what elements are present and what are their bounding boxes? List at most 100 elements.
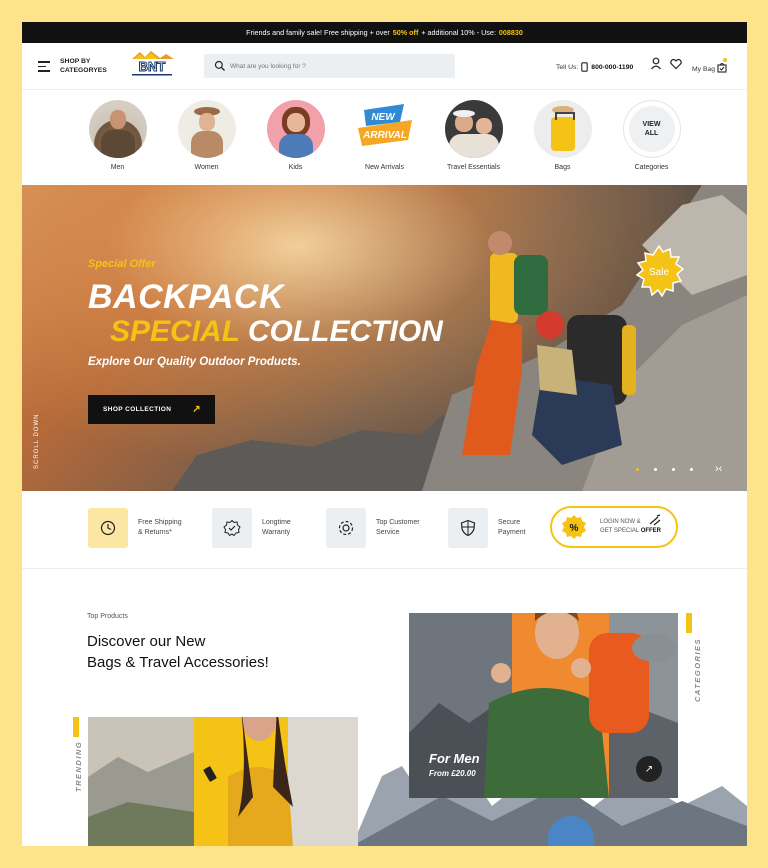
slider-dot-active[interactable] <box>636 468 639 471</box>
feature-line2: Warranty <box>262 529 291 536</box>
login-offer-button[interactable]: % LOGIN NOW & GET SPECIAL OFFER <box>550 506 678 548</box>
sale-badge: Sale <box>635 245 685 297</box>
hero-title-line2: SPECIAL COLLECTION <box>110 315 443 349</box>
search-input[interactable] <box>228 61 432 71</box>
shop-collection-button[interactable]: SHOP COLLECTION ↗ <box>88 395 215 424</box>
gear-icon <box>326 508 366 548</box>
shop-by-line1: SHOP BY <box>60 58 91 65</box>
slider-arrows[interactable]: ›‹ <box>715 463 722 475</box>
new-arrival-ribbon-icon: NEW ARRIVAL <box>357 104 412 146</box>
feature-line2: Service <box>376 529 400 536</box>
logo[interactable]: BNT <box>124 49 180 79</box>
badge-arrival-text: ARRIVAL <box>362 130 407 141</box>
shop-by-line2: CATEGORYES <box>60 67 107 74</box>
view-all-button[interactable]: VIEW ALL <box>622 100 681 158</box>
view-all-line1: VIEW <box>642 121 661 128</box>
category-strip: Men Women Kids NEW ARRIVAL New Arrivals … <box>22 90 747 186</box>
scroll-down-indicator[interactable]: SCROLL DOWN <box>34 414 40 469</box>
hero-title-highlight: SPECIAL <box>110 315 240 348</box>
chevron-left-icon[interactable]: ‹ <box>719 463 723 475</box>
top-products-title: Discover our New Bags & Travel Accessori… <box>87 631 269 673</box>
category-label: Kids <box>288 164 303 171</box>
login-line2-bold: OFFER <box>640 528 662 534</box>
arrow-up-right-icon[interactable]: ↗ <box>636 756 662 782</box>
category-label: Travel Essentials <box>446 164 501 171</box>
clock-arrow-icon <box>88 508 128 548</box>
top-products-title-line1: Discover our New <box>87 633 206 650</box>
wishlist-heart-icon[interactable] <box>670 57 682 71</box>
feature-line1: Free Shipping <box>138 519 182 526</box>
phone-icon <box>581 62 589 72</box>
feature-line2: & Returns* <box>138 529 172 536</box>
trending-label: TRENDING <box>74 740 83 792</box>
hiker2-top <box>537 345 577 395</box>
category-label: Categories <box>634 164 669 171</box>
my-bag-button[interactable]: My Bag <box>692 62 727 73</box>
slider-dot[interactable] <box>690 468 693 471</box>
hero-title-line1: BACKPACK <box>88 278 285 316</box>
for-men-card[interactable]: For Men From £20.00 ↗ <box>409 613 678 798</box>
hiker2-helmet <box>536 311 564 339</box>
search-bar[interactable] <box>204 54 455 78</box>
slider-dot[interactable] <box>672 468 675 471</box>
tell-label: Tell Us: <box>556 63 579 71</box>
announcement-bar: Friends and family sale! Free shipping +… <box>22 22 747 43</box>
men-thumbnail[interactable] <box>88 100 147 158</box>
menu-icon[interactable] <box>38 61 50 75</box>
promo-code: 008830 <box>498 28 523 37</box>
announcement-text-a: Friends and family sale! Free shipping +… <box>246 28 390 37</box>
trending-product-card[interactable] <box>88 717 358 846</box>
hero-subtitle: Explore Our Quality Outdoor Products. <box>88 356 301 368</box>
feature-line1: Top Customer <box>376 519 420 526</box>
category-new-arrivals[interactable]: NEW ARRIVAL New Arrivals <box>351 100 419 186</box>
logo-text: BNT <box>139 59 166 74</box>
women-thumbnail[interactable] <box>177 100 236 158</box>
category-men[interactable]: Men <box>84 100 152 186</box>
phone-number: 800-000-1190 <box>591 63 634 71</box>
sparkle-icon <box>649 514 661 526</box>
search-icon[interactable] <box>212 60 228 72</box>
hero-banner: Special Offer BACKPACK SPECIAL COLLECTIO… <box>22 185 747 491</box>
hero-title-rest: COLLECTION <box>247 315 443 348</box>
shop-collection-label: SHOP COLLECTION <box>103 406 172 413</box>
percent-text: % <box>570 523 579 534</box>
my-bag-label: My Bag <box>692 66 716 73</box>
feature-warranty: Longtime Warranty <box>212 508 291 548</box>
categories-accent-bar <box>686 613 692 633</box>
category-bags[interactable]: Bags <box>529 100 597 186</box>
for-men-price: From £20.00 <box>429 769 476 778</box>
account-icon[interactable] <box>650 57 662 71</box>
category-label: Bags <box>554 164 571 171</box>
arrow-up-right-icon: ↗ <box>192 404 201 415</box>
feature-customer-service: Top Customer Service <box>326 508 420 548</box>
feature-line1: Longtime <box>262 519 291 526</box>
phone-contact[interactable]: Tell Us: 800-000-1190 <box>556 62 633 72</box>
features-row: Free Shipping & Returns* Longtime Warranty… <box>22 503 747 571</box>
for-men-title: For Men <box>429 751 480 766</box>
section-divider <box>22 568 747 569</box>
new-arrival-badge[interactable]: NEW ARRIVAL <box>355 100 414 158</box>
top-products-title-line2: Bags & Travel Accessories! <box>87 654 269 671</box>
hiker1-head <box>488 231 512 255</box>
badge-new-text: NEW <box>371 112 396 123</box>
slider-dot[interactable] <box>654 468 657 471</box>
travel-essentials-thumbnail[interactable] <box>444 100 503 158</box>
hiker1-backpack <box>514 255 548 315</box>
announcement-text-b: + additional 10% - Use: <box>421 28 496 37</box>
category-travel-essentials[interactable]: Travel Essentials <box>440 100 508 186</box>
sale-text: Sale <box>649 267 669 278</box>
hiker1-shirt <box>490 253 518 323</box>
shield-icon <box>448 508 488 548</box>
shop-by-categories-button[interactable]: SHOP BY CATEGORYES <box>60 57 107 75</box>
kids-thumbnail[interactable] <box>266 100 325 158</box>
category-view-all[interactable]: VIEW ALL Categories <box>618 100 686 186</box>
category-kids[interactable]: Kids <box>262 100 330 186</box>
feature-line1: Secure <box>498 519 521 526</box>
feature-free-shipping: Free Shipping & Returns* <box>88 508 182 548</box>
hiker2-pack-side <box>622 325 636 395</box>
bags-thumbnail[interactable] <box>533 100 592 158</box>
slider-dots[interactable] <box>636 468 693 471</box>
percent-badge-icon: % <box>562 515 586 539</box>
category-label: New Arrivals <box>365 164 404 171</box>
category-women[interactable]: Women <box>173 100 241 186</box>
